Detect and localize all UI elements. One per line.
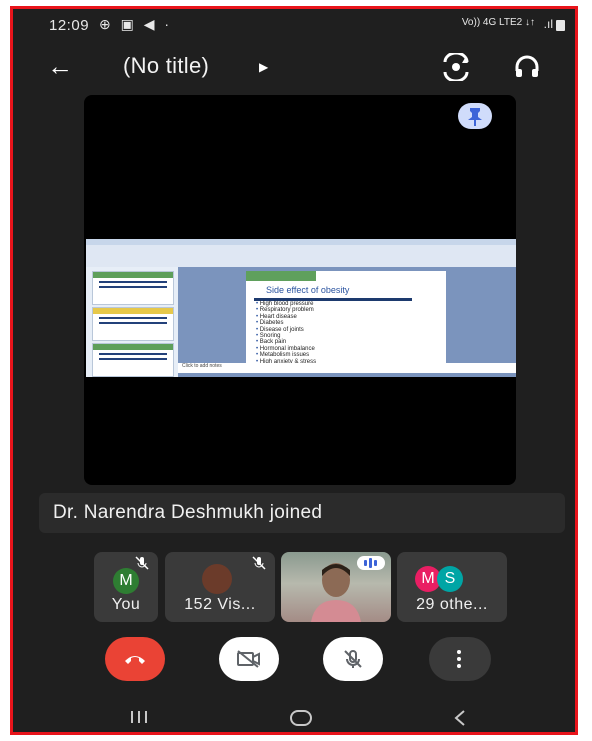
pin-icon[interactable] <box>458 103 492 129</box>
status-bar: 12:09 ⊕ ▣ ◀ · Vo)) 4G LTE2 ↓↑ .ıl <box>13 9 575 43</box>
mic-off-icon <box>344 650 362 668</box>
signal-icon: .ıl <box>543 17 553 31</box>
switch-camera-icon[interactable] <box>441 53 471 81</box>
caret-right-icon[interactable]: ▶ <box>259 60 268 74</box>
mic-off-icon <box>135 556 149 570</box>
presentation-video[interactable]: Side effect of obesity High blood pressu… <box>84 95 516 485</box>
headphones-icon[interactable] <box>513 53 541 81</box>
speaker-video <box>311 563 361 622</box>
participant-tile[interactable]: 152 Vis... <box>165 552 275 622</box>
back-arrow-icon[interactable]: ← <box>47 51 73 82</box>
participant-label: 29 othe... <box>416 596 488 613</box>
participant-label: 152 Vis... <box>184 596 256 613</box>
phone-screen: 12:09 ⊕ ▣ ◀ · Vo)) 4G LTE2 ↓↑ .ıl ← (No … <box>10 6 578 735</box>
more-options-button[interactable] <box>429 637 491 681</box>
hang-up-icon <box>125 656 145 664</box>
meeting-title[interactable]: (No title) <box>123 53 209 79</box>
avatar <box>202 564 232 594</box>
slide-canvas: Side effect of obesity High blood pressu… <box>178 267 516 377</box>
avatar: M <box>113 568 139 594</box>
more-vert-icon <box>457 650 461 654</box>
end-call-button[interactable] <box>105 637 165 681</box>
mic-toggle-button[interactable] <box>323 637 383 681</box>
shared-screen: Side effect of obesity High blood pressu… <box>86 239 516 377</box>
notification-icons: ⊕ ▣ ◀ · <box>99 16 173 32</box>
back-nav-icon[interactable] <box>453 709 467 727</box>
active-speaker-tile[interactable] <box>281 552 391 622</box>
camera-off-icon <box>237 650 260 668</box>
system-nav-bar <box>13 699 575 732</box>
slide-thumbnail <box>92 307 174 341</box>
mic-off-icon <box>252 556 266 570</box>
camera-toggle-button[interactable] <box>219 637 279 681</box>
participant-label: You <box>111 596 141 613</box>
slide-bullets: High blood pressure Respiratory problem … <box>256 301 316 365</box>
status-time: 12:09 <box>49 17 90 34</box>
slide-thumbnails <box>86 267 178 377</box>
slide-bullet: Respiratory problem <box>256 307 316 313</box>
participant-tile-others[interactable]: M S 29 othe... <box>397 552 507 622</box>
avatar: S <box>437 566 463 592</box>
slide-title: Side effect of obesity <box>266 285 350 295</box>
speaking-indicator-icon <box>357 556 385 570</box>
slide: Side effect of obesity High blood pressu… <box>246 271 446 365</box>
join-notification: Dr. Narendra Deshmukh joined <box>39 493 565 533</box>
home-icon[interactable] <box>289 709 313 727</box>
meeting-header: ← (No title) ▶ <box>13 43 575 93</box>
recents-icon[interactable] <box>129 709 149 725</box>
battery-icon <box>556 20 565 31</box>
network-indicator: Vo)) 4G LTE2 ↓↑ <box>461 17 535 28</box>
slide-bullet: Metabolism issues <box>256 352 316 358</box>
slide-thumbnail <box>92 271 174 305</box>
slide-thumbnail <box>92 343 174 377</box>
participant-tile-you[interactable]: M You <box>94 552 158 622</box>
slide-notes: Click to add notes <box>178 363 516 373</box>
office-ribbon <box>86 239 516 267</box>
